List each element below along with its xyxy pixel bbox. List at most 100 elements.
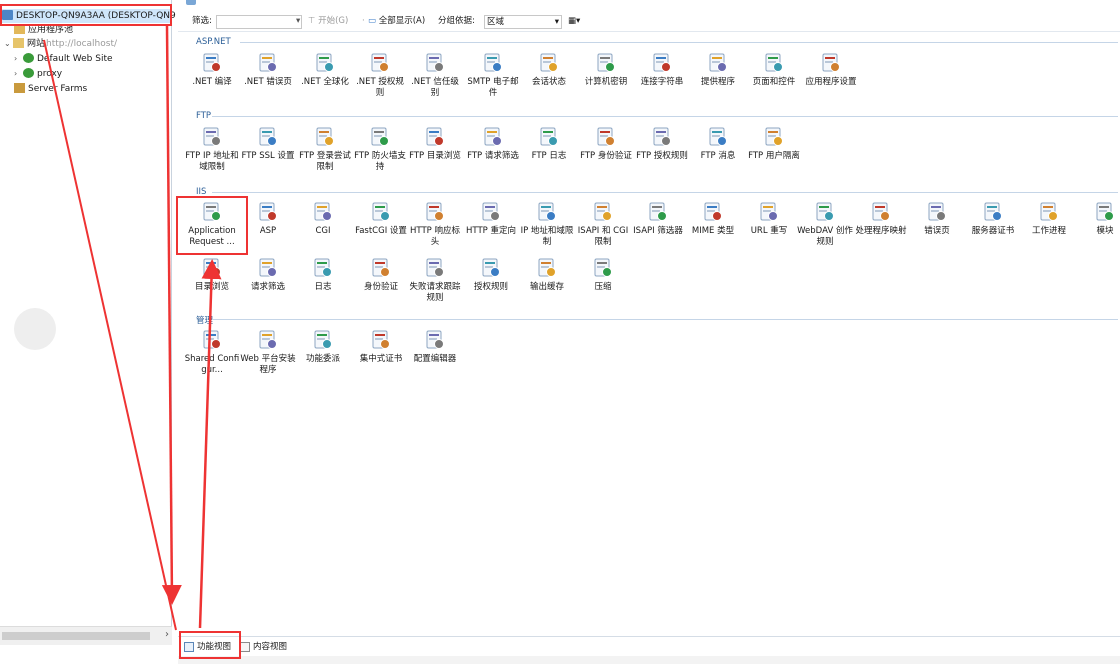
feature-tile[interactable]: 处理程序映射 xyxy=(853,201,909,237)
dotnet-error-pages-icon xyxy=(257,52,279,74)
expand-chevron-icon[interactable]: › xyxy=(14,67,23,81)
feature-tile[interactable]: 配置编辑器 xyxy=(407,329,463,365)
feature-tile[interactable]: 功能委派 xyxy=(295,329,351,365)
feature-label: 会话状态 xyxy=(531,77,566,87)
cgi-icon xyxy=(312,201,334,223)
feature-tile[interactable]: 计算机密钥 xyxy=(578,52,634,88)
feature-tile[interactable]: FTP 防火墙支持 xyxy=(352,126,408,173)
filter-input[interactable] xyxy=(216,15,302,29)
logging-icon xyxy=(312,257,334,279)
feature-tile[interactable]: IP 地址和域限制 xyxy=(519,201,575,248)
tree-item-proxy[interactable]: › proxy xyxy=(14,67,62,81)
feature-tile[interactable]: 授权规则 xyxy=(463,257,519,293)
feature-tile[interactable]: 集中式证书 xyxy=(353,329,409,365)
feature-tile[interactable]: 身份验证 xyxy=(353,257,409,293)
ftp-firewall-icon xyxy=(369,126,391,148)
feature-tile[interactable]: .NET 信任级别 xyxy=(407,52,463,99)
feature-tile[interactable]: .NET 编译 xyxy=(184,52,240,88)
server-farms-icon xyxy=(14,83,25,93)
scrollbar-thumb[interactable] xyxy=(2,632,150,640)
feature-tile[interactable]: FTP 消息 xyxy=(690,126,746,162)
section-header[interactable]: IIS xyxy=(196,187,206,197)
group-by-label: 分组依据: xyxy=(438,16,475,26)
feature-tile[interactable]: FastCGI 设置 xyxy=(353,201,409,237)
tree-horizontal-scrollbar[interactable]: › xyxy=(0,626,172,645)
connections-tree: DESKTOP-QN9A3AA (DESKTOP-QN9 应用程序池 ⌄ 网站ht… xyxy=(0,0,176,645)
feature-tile[interactable]: MIME 类型 xyxy=(685,201,741,237)
scroll-right-arrow-icon[interactable]: › xyxy=(165,629,169,640)
tab-content-view[interactable]: 内容视图 xyxy=(238,639,287,655)
feature-tile[interactable]: 目录浏览 xyxy=(184,257,240,293)
tree-item-default-web-site[interactable]: › Default Web Site xyxy=(14,52,113,66)
feature-label: FTP 日志 xyxy=(531,151,567,161)
feature-tile[interactable]: FTP IP 地址和域限制 xyxy=(184,126,240,173)
filter-toolbar: 筛选: ▾ ⊤ 开始(G) · ▭ 全部显示(A) 分组依据: 区域 ▾ ▦▾ xyxy=(178,12,1120,32)
feature-delegation-icon xyxy=(312,329,334,351)
tab-features-view[interactable]: 功能视图 xyxy=(182,639,231,655)
handler-mappings-icon xyxy=(870,201,892,223)
feature-tile[interactable]: 提供程序 xyxy=(690,52,746,88)
section-header[interactable]: ASP.NET xyxy=(196,37,231,47)
feature-tile[interactable]: .NET 全球化 xyxy=(297,52,353,88)
tree-item-sites[interactable]: ⌄ 网站http://localhost/ xyxy=(4,37,117,51)
feature-tile[interactable]: CGI xyxy=(295,201,351,237)
tree-item-server-farms[interactable]: Server Farms xyxy=(14,82,87,96)
filter-dropdown-icon[interactable]: ▾ xyxy=(296,12,300,30)
feature-tile[interactable]: FTP 请求筛选 xyxy=(465,126,521,162)
feature-tile[interactable]: Application Request ... xyxy=(184,201,240,248)
feature-tile[interactable]: ASP xyxy=(240,201,296,237)
feature-tile[interactable]: 日志 xyxy=(295,257,351,293)
feature-tile[interactable]: ISAPI 筛选器 xyxy=(630,201,686,237)
feature-tile[interactable]: SMTP 电子邮件 xyxy=(465,52,521,99)
feature-tile[interactable]: FTP 日志 xyxy=(521,126,577,162)
providers-icon xyxy=(707,52,729,74)
feature-label: ASP xyxy=(259,226,277,236)
section-header[interactable]: FTP xyxy=(196,111,211,121)
show-all-button[interactable]: ▭ 全部显示(A) xyxy=(368,12,425,30)
feature-tile[interactable]: 模块 xyxy=(1077,201,1120,237)
feature-tile[interactable]: FTP SSL 设置 xyxy=(240,126,296,162)
feature-label: ISAPI 筛选器 xyxy=(633,226,683,236)
machine-key-icon xyxy=(595,52,617,74)
feature-tile[interactable]: 页面和控件 xyxy=(746,52,802,88)
start-label: 开始(G) xyxy=(318,16,349,26)
section-header[interactable]: 管理 xyxy=(196,314,213,326)
feature-tile[interactable]: .NET 授权规则 xyxy=(352,52,408,99)
feature-tile[interactable]: 应用程序设置 xyxy=(803,52,859,88)
feature-tile[interactable]: ISAPI 和 CGI 限制 xyxy=(575,201,631,248)
feature-tile[interactable]: 失败请求跟踪规则 xyxy=(407,257,463,304)
feature-tile[interactable]: 输出缓存 xyxy=(519,257,575,293)
shared-configuration-icon xyxy=(201,329,223,351)
feature-tile[interactable]: 压缩 xyxy=(575,257,631,293)
feature-tile[interactable]: 请求筛选 xyxy=(240,257,296,293)
feature-tile[interactable]: FTP 登录尝试限制 xyxy=(297,126,353,173)
tree-item-app-pools[interactable]: 应用程序池 xyxy=(14,23,73,37)
feature-tile[interactable]: FTP 用户隔离 xyxy=(746,126,802,162)
feature-tile[interactable]: FTP 目录浏览 xyxy=(407,126,463,162)
tree-root-server[interactable]: DESKTOP-QN9A3AA (DESKTOP-QN9 xyxy=(0,9,176,23)
header-strip xyxy=(178,0,1120,11)
feature-tile[interactable]: HTTP 重定向 xyxy=(463,201,519,237)
expand-chevron-icon[interactable]: › xyxy=(14,52,23,66)
feature-tile[interactable]: .NET 错误页 xyxy=(240,52,296,88)
feature-tile[interactable]: 错误页 xyxy=(909,201,965,237)
feature-tile[interactable]: Shared Configur... xyxy=(184,329,240,376)
view-mode-button[interactable]: ▦▾ xyxy=(568,12,580,30)
feature-tile[interactable]: HTTP 响应标头 xyxy=(407,201,463,248)
start-button[interactable]: ⊤ 开始(G) xyxy=(308,12,348,30)
feature-label: 应用程序设置 xyxy=(805,77,857,87)
feature-tile[interactable]: FTP 身份验证 xyxy=(578,126,634,162)
group-by-select[interactable]: 区域 ▾ xyxy=(484,15,562,29)
collapse-chevron-icon[interactable]: ⌄ xyxy=(4,37,13,51)
feature-tile[interactable]: Web 平台安装程序 xyxy=(240,329,296,376)
feature-tile[interactable]: FTP 授权规则 xyxy=(634,126,690,162)
section-divider xyxy=(212,319,1118,320)
feature-tile[interactable]: 工作进程 xyxy=(1021,201,1077,237)
feature-tile[interactable]: URL 重写 xyxy=(741,201,797,237)
feature-tile[interactable]: 会话状态 xyxy=(521,52,577,88)
feature-tile[interactable]: 服务器证书 xyxy=(965,201,1021,237)
feature-tile[interactable]: 连接字符串 xyxy=(634,52,690,88)
feature-tile[interactable]: WebDAV 创作规则 xyxy=(797,201,853,248)
fastcgi-icon xyxy=(370,201,392,223)
pages-controls-icon xyxy=(763,52,785,74)
